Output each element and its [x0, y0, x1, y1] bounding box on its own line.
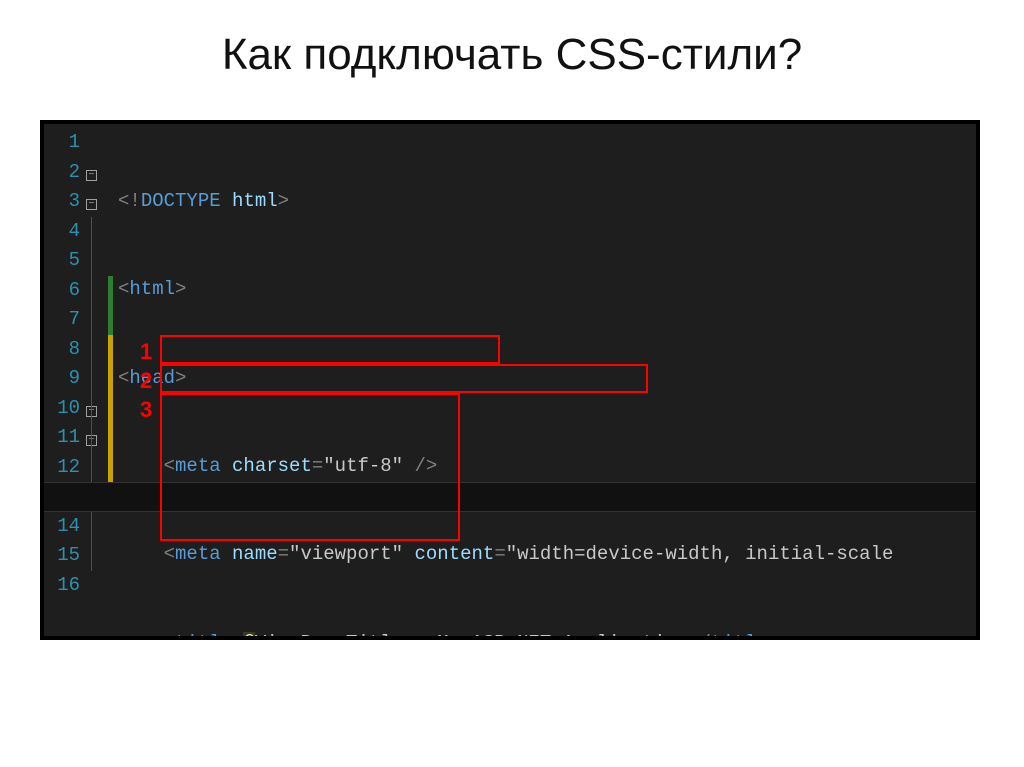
- line-number: 4: [44, 217, 86, 247]
- code-editor: 1 2 3 4 5 6 7 8 9 10 11 12 13 14 15 16 −…: [40, 120, 980, 640]
- fold-toggle-icon[interactable]: −: [86, 199, 97, 210]
- gutter: 1 2 3 4 5 6 7 8 9 10 11 12 13 14 15 16: [44, 124, 86, 636]
- line-number: 1: [44, 128, 86, 158]
- slide: Как подключать CSS-стили? 1 2 3 4 5 6 7 …: [0, 0, 1024, 767]
- line-number: 2: [44, 158, 86, 188]
- slide-title: Как подключать CSS-стили?: [40, 30, 984, 80]
- line-number: 7: [44, 305, 86, 335]
- line-number: 15: [44, 541, 86, 571]
- line-number: 10: [44, 394, 86, 424]
- line-number: 12: [44, 453, 86, 483]
- line-number: 3: [44, 187, 86, 217]
- line-number: 9: [44, 364, 86, 394]
- line-number: 6: [44, 276, 86, 306]
- code-area[interactable]: <!DOCTYPE html> <html> <head> <meta char…: [110, 124, 976, 636]
- annotation-number-3: 3: [140, 393, 152, 427]
- fold-column: − − − −: [86, 124, 110, 636]
- line-number: 14: [44, 512, 86, 542]
- line-number: 11: [44, 423, 86, 453]
- line-number: 5: [44, 246, 86, 276]
- line-number: 8: [44, 335, 86, 365]
- fold-toggle-icon[interactable]: −: [86, 170, 97, 181]
- line-number: 16: [44, 571, 86, 601]
